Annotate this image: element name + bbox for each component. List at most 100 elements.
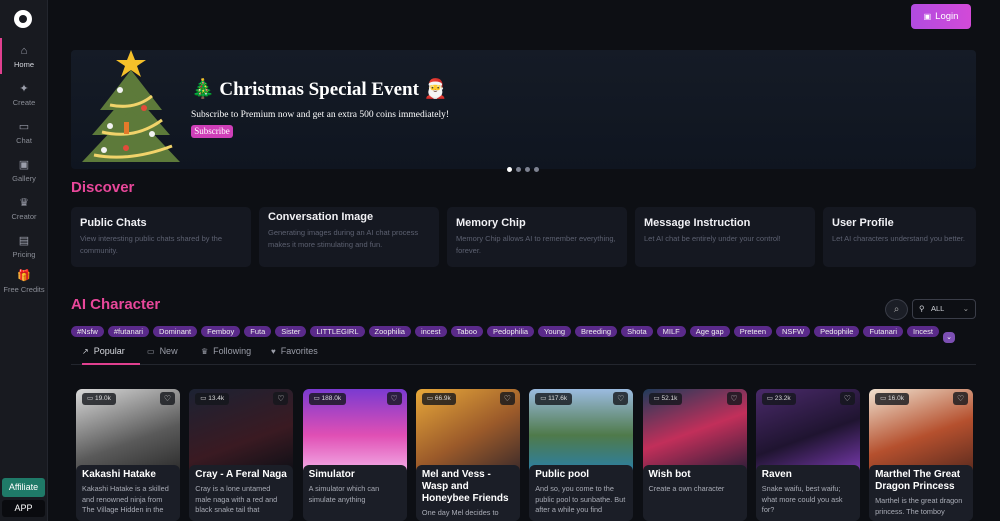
tag-chip[interactable]: Dominant bbox=[153, 326, 198, 337]
tag-chip[interactable]: Pedophilia bbox=[487, 326, 535, 337]
sidebar-item-label: Gallery bbox=[12, 174, 36, 183]
feature-card[interactable]: Public Chats View interesting public chat… bbox=[71, 207, 251, 267]
favorite-heart-icon[interactable]: ♡ bbox=[839, 392, 855, 405]
character-card[interactable]: ▭ 66.9k ♡ Mel and Vess - Wasp and Honeybee… bbox=[415, 389, 520, 521]
character-desc: Snake waifu, best waifu; what more could… bbox=[761, 484, 843, 514]
character-card[interactable]: ▭ 52.1k ♡ Wish bot Create a own character bbox=[642, 389, 747, 521]
character-card[interactable]: ▭ 23.2k ♡ Raven Snake waifu, best waifu; wh… bbox=[755, 389, 860, 521]
affiliate-button[interactable]: Affiliate bbox=[2, 478, 45, 497]
character-card[interactable]: ▭ 117.6k ♡ Public pool And so, you come to … bbox=[529, 389, 634, 521]
tag-chip[interactable]: Futanari bbox=[863, 326, 903, 337]
app-logo-icon[interactable] bbox=[14, 10, 32, 28]
tab-label: Popular bbox=[93, 346, 125, 356]
chat-count: ▭ 13.4k bbox=[195, 393, 230, 405]
chat-icon: ▭ bbox=[540, 395, 549, 402]
character-name: Public pool bbox=[535, 469, 590, 480]
tag-chip[interactable]: Incest bbox=[906, 326, 939, 337]
favorite-heart-icon[interactable]: ♡ bbox=[613, 392, 629, 405]
favorite-heart-icon[interactable]: ♡ bbox=[386, 392, 402, 405]
tag-chip[interactable]: Futa bbox=[244, 326, 272, 337]
tag-chip[interactable]: Taboo bbox=[450, 326, 483, 337]
character-desc: One day Mel decides to bbox=[421, 508, 499, 517]
login-icon: ▣ bbox=[923, 12, 932, 21]
character-desc: Create a own character bbox=[648, 484, 725, 493]
tab-new[interactable]: ▭ New bbox=[147, 343, 178, 365]
favorite-heart-icon[interactable]: ♡ bbox=[726, 392, 742, 405]
sidebar-item-chat[interactable]: ▭ Chat bbox=[0, 120, 48, 145]
sidebar-item-create[interactable]: ✦ Create bbox=[0, 82, 48, 107]
tag-chip[interactable]: Zoophilia bbox=[368, 326, 411, 337]
tag-chip[interactable]: Age gap bbox=[689, 326, 730, 337]
chat-count: ▭ 23.2k bbox=[761, 393, 796, 405]
tag-chip[interactable]: #Nsfw bbox=[71, 326, 104, 337]
character-card[interactable]: ▭ 19.0k ♡ Kakashi Hatake Kakashi Hatake is … bbox=[76, 389, 180, 521]
tag-chip[interactable]: LITTLEGIRL bbox=[310, 326, 365, 337]
sidebar-item-pricing[interactable]: ▤ Pricing bbox=[0, 234, 48, 259]
banner-title: 🎄 Christmas Special Event 🎅 bbox=[191, 79, 448, 100]
favorite-heart-icon[interactable]: ♡ bbox=[160, 392, 175, 405]
character-card[interactable]: ▭ 188.0k ♡ Simulator A simulator which can … bbox=[302, 389, 407, 521]
tag-list: #Nsfw #futanari Dominant Femboy Futa Sister LI… bbox=[71, 326, 976, 343]
sidebar: ⌂ Home ✦ Create ▭ Chat ▣ Gallery ♛ Creator ▤ Pricin… bbox=[0, 0, 48, 521]
sidebar-item-creator[interactable]: ♛ Creator bbox=[0, 196, 48, 221]
tag-chip[interactable]: Sister bbox=[275, 326, 307, 337]
tab-favorites[interactable]: ♥ Favorites bbox=[271, 343, 318, 365]
tag-chip[interactable]: Shota bbox=[621, 326, 653, 337]
sidebar-item-free-credits[interactable]: 🎁 Free Credits bbox=[0, 269, 48, 294]
carousel-dot[interactable] bbox=[507, 167, 512, 172]
chat-icon: ▭ bbox=[880, 395, 889, 402]
tag-chip[interactable]: NSFW bbox=[776, 326, 811, 337]
carousel-dot[interactable] bbox=[516, 167, 521, 172]
chat-count: ▭ 117.6k bbox=[535, 393, 573, 405]
app-button[interactable]: APP bbox=[2, 500, 45, 517]
character-name: Raven bbox=[761, 469, 792, 480]
chat-count: ▭ 66.9k bbox=[421, 393, 456, 405]
sidebar-item-label: Free Credits bbox=[3, 285, 45, 294]
chat-icon: ▭ bbox=[87, 395, 95, 402]
chevron-down-icon: ⌄ bbox=[962, 304, 969, 313]
carousel-dot[interactable] bbox=[525, 167, 530, 172]
carousel-dot[interactable] bbox=[534, 167, 539, 172]
tab-popular[interactable]: ↗ Popular bbox=[82, 343, 140, 365]
character-name: Kakashi Hatake bbox=[82, 469, 156, 480]
feature-card[interactable]: Message Instruction Let AI chat be entire… bbox=[635, 207, 815, 267]
feature-card[interactable]: Memory Chip Memory Chip allows AI to reme… bbox=[447, 207, 627, 267]
expand-tags-icon[interactable]: ⌄ bbox=[943, 332, 955, 343]
character-card[interactable]: ▭ 13.4k ♡ Cray - A Feral Naga Cray is a lon… bbox=[189, 389, 294, 521]
crown-icon: ♛ bbox=[201, 347, 209, 356]
banner-subtitle: Subscribe to Premium now and get an extr… bbox=[191, 110, 450, 120]
tag-chip[interactable]: Femboy bbox=[201, 326, 241, 337]
tag-chip[interactable]: Breeding bbox=[575, 326, 618, 337]
feature-title: Message Instruction bbox=[644, 217, 751, 229]
search-icon: ⌕ bbox=[893, 304, 900, 315]
feature-card[interactable]: User Profile Let AI characters understand… bbox=[823, 207, 976, 267]
filter-select[interactable]: ⚲ ALL ⌄ bbox=[912, 299, 976, 319]
tag-chip[interactable]: MILF bbox=[656, 326, 686, 337]
sidebar-item-gallery[interactable]: ▣ Gallery bbox=[0, 158, 48, 183]
tag-chip[interactable]: Young bbox=[538, 326, 572, 337]
tag-chip[interactable]: Pedophile bbox=[814, 326, 860, 337]
sidebar-item-home[interactable]: ⌂ Home bbox=[0, 38, 48, 74]
search-button[interactable]: ⌕ bbox=[885, 299, 908, 320]
tag-chip[interactable]: #futanari bbox=[107, 326, 150, 337]
favorite-heart-icon[interactable]: ♡ bbox=[953, 392, 969, 405]
feature-card[interactable]: Conversation Image Generating images duri… bbox=[259, 207, 439, 267]
login-label: Login bbox=[935, 11, 959, 22]
character-name: Marthel The Great Dragon Princess bbox=[875, 469, 961, 492]
character-desc: Cray is a lone untamed male naga with a … bbox=[195, 484, 278, 514]
feature-title: Memory Chip bbox=[456, 217, 526, 229]
favorite-heart-icon[interactable]: ♡ bbox=[273, 392, 289, 405]
feature-desc: Memory Chip allows AI to remember everyt… bbox=[456, 234, 616, 255]
card-icon: ▤ bbox=[18, 235, 30, 247]
tag-chip[interactable]: Preteen bbox=[733, 326, 772, 337]
feature-desc: Generating images during an AI chat proc… bbox=[268, 228, 419, 249]
favorite-heart-icon[interactable]: ♡ bbox=[499, 392, 515, 405]
character-desc: Kakashi Hatake is a skilled and renowned… bbox=[82, 484, 169, 514]
christmas-tree-icon bbox=[82, 50, 180, 162]
chat-count: ▭ 16.0k bbox=[875, 393, 909, 405]
tab-following[interactable]: ♛ Following bbox=[201, 343, 251, 365]
subscribe-button[interactable]: Subscribe bbox=[191, 125, 233, 138]
login-button[interactable]: ▣ Login bbox=[911, 4, 971, 29]
character-card[interactable]: ▭ 16.0k ♡ Marthel The Great Dragon Princes… bbox=[869, 389, 974, 521]
tag-chip[interactable]: incest bbox=[414, 326, 447, 337]
